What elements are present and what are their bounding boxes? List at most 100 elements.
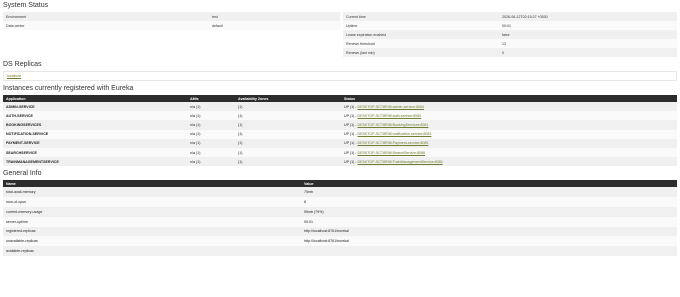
status-key: Renews (last min) [343,48,499,57]
general-info-table: Name Value total-avail-memory 75mb num-o… [3,180,677,256]
zones-cell: (1) [235,138,341,148]
column-header-name: Name [3,180,301,188]
application-name: PAYMENT-SERVICE [3,138,187,148]
zones-cell: (1) [235,120,341,130]
amis-cell: n/a (1) [187,120,235,130]
status-key: Renews threshold [343,39,499,48]
status-value: 0 [499,48,677,57]
info-value [301,246,677,256]
system-status-right-table: Current time 2026-06-12T02:15:27 +0530 U… [343,12,677,57]
table-row: unavailable-replicas http://localhost:87… [3,236,677,247]
table-row: num-of-cpus 8 [3,197,677,207]
status-value: test [209,12,340,21]
status-key: Current time [343,12,499,21]
table-row: BOOKINGSERVICES n/a (1) (1) UP (1) - DES… [3,120,677,130]
application-name: SEARCHSERVICE [3,147,187,158]
system-status-left-table: Environment test Data center default [3,12,340,30]
column-header-status: Status [341,95,677,102]
instance-link[interactable]: DESKTOP-SCT8R98:TrainManagementService:8… [358,160,443,164]
zones-cell: (1) [235,102,341,112]
zones-cell: (1) [235,147,341,158]
application-name: TRAINMANAGEMENTSERVICE [3,157,187,167]
table-row: available-replicas [3,246,677,256]
table-row: TRAINMANAGEMENTSERVICE n/a (1) (1) UP (1… [3,157,677,167]
instance-link[interactable]: DESKTOP-SCT8R98:auth-service:8080 [358,114,422,118]
column-header-application: Application [3,95,187,102]
info-value: 00:01 [301,216,677,227]
instance-link[interactable]: DESKTOP-SCT8R98:Payment-service:8085 [358,141,429,145]
application-name: ADMIN-SERVICE [3,102,187,112]
status-cell: UP (1) - DESKTOP-SCT8R98:auth-service:80… [341,111,677,121]
info-name: total-avail-memory [3,187,301,198]
instance-link[interactable]: DESKTOP-SCT8R98:BookingServices:8081 [358,123,429,127]
status-value: false [499,30,677,39]
instances-table: Application AMIs Availability Zones Stat… [3,95,677,167]
info-name: unavailable-replicas [3,236,301,247]
system-status-section: Environment test Data center default Cur… [0,12,680,57]
table-row: current-memory-usage 59mb (79%) [3,206,677,217]
system-status-title: System Status [3,2,49,9]
zones-cell: (1) [235,111,341,121]
table-row: registered-replicas http://localhost:876… [3,226,677,237]
column-header-availability-zones: Availability Zones [235,95,341,102]
amis-cell: n/a (1) [187,147,235,158]
instance-link[interactable]: DESKTOP-SCT8R98:admin-service:8084 [358,105,424,109]
table-row: Uptime 00:01 [343,21,677,30]
status-cell: UP (1) - DESKTOP-SCT8R98:admin-service:8… [341,102,677,112]
status-prefix: UP (1) - [344,150,358,155]
info-value: 59mb (79%) [301,206,677,217]
status-key: Lease expiration enabled [343,30,499,39]
status-prefix: UP (1) - [344,122,358,127]
amis-cell: n/a (1) [187,157,235,167]
table-header-row: Application AMIs Availability Zones Stat… [3,95,677,102]
system-status-right-panel: Current time 2026-06-12T02:15:27 +0530 U… [343,12,677,57]
info-name: server-uptime [3,216,301,227]
replica-link[interactable]: localhost [7,74,21,78]
ds-replicas-list: localhost [3,71,677,81]
table-header-row: Name Value [3,180,677,188]
zones-cell: (1) [235,157,341,167]
table-row: NOTIFICATION-SERVICE n/a (1) (1) UP (1) … [3,129,677,139]
info-value: 8 [301,197,677,207]
status-cell: UP (1) - DESKTOP-SCT8R98:Payment-service… [341,138,677,148]
info-name: registered-replicas [3,226,301,237]
general-info-title: General Info [3,170,42,178]
info-value: 75mb [301,187,677,198]
status-key: Data center [3,21,209,30]
table-row: Renews threshold 13 [343,39,677,48]
amis-cell: n/a (1) [187,102,235,112]
status-prefix: UP (1) - [344,104,358,109]
ds-replicas-title: DS Replicas [3,61,42,68]
table-row: server-uptime 00:01 [3,216,677,227]
info-name: current-memory-usage [3,206,301,217]
instances-title: Instances currently registered with Eure… [3,85,134,92]
column-header-value: Value [301,180,677,188]
table-row: total-avail-memory 75mb [3,187,677,198]
application-name: AUTH-SERVICE [3,111,187,121]
status-prefix: UP (1) - [344,113,358,118]
status-key: Uptime [343,21,499,30]
table-row: ADMIN-SERVICE n/a (1) (1) UP (1) - DESKT… [3,102,677,112]
application-name: NOTIFICATION-SERVICE [3,129,187,139]
status-key: Environment [3,12,209,21]
status-cell: UP (1) - DESKTOP-SCT8R98:SearchService:8… [341,147,677,158]
status-value: 2026-06-12T02:15:27 +0530 [499,12,677,21]
table-row: Current time 2026-06-12T02:15:27 +0530 [343,12,677,21]
instance-link[interactable]: DESKTOP-SCT8R98:SearchService:8086 [358,151,425,155]
table-row: Lease expiration enabled false [343,30,677,39]
table-row: SEARCHSERVICE n/a (1) (1) UP (1) - DESKT… [3,147,677,158]
instance-link[interactable]: DESKTOP-SCT8R98:notification-service:808… [358,132,432,136]
zones-cell: (1) [235,129,341,139]
column-header-amis: AMIs [187,95,235,102]
status-value: default [209,21,340,30]
eureka-dashboard: System Status Environment test Data cent… [0,0,680,297]
status-cell: UP (1) - DESKTOP-SCT8R98:notification-se… [341,129,677,139]
status-value: 00:01 [499,21,677,30]
amis-cell: n/a (1) [187,138,235,148]
amis-cell: n/a (1) [187,129,235,139]
system-status-left-panel: Environment test Data center default [3,12,340,57]
status-prefix: UP (1) - [344,132,358,137]
status-prefix: UP (1) - [344,159,358,164]
amis-cell: n/a (1) [187,111,235,121]
status-cell: UP (1) - DESKTOP-SCT8R98:TrainManagement… [341,157,677,167]
